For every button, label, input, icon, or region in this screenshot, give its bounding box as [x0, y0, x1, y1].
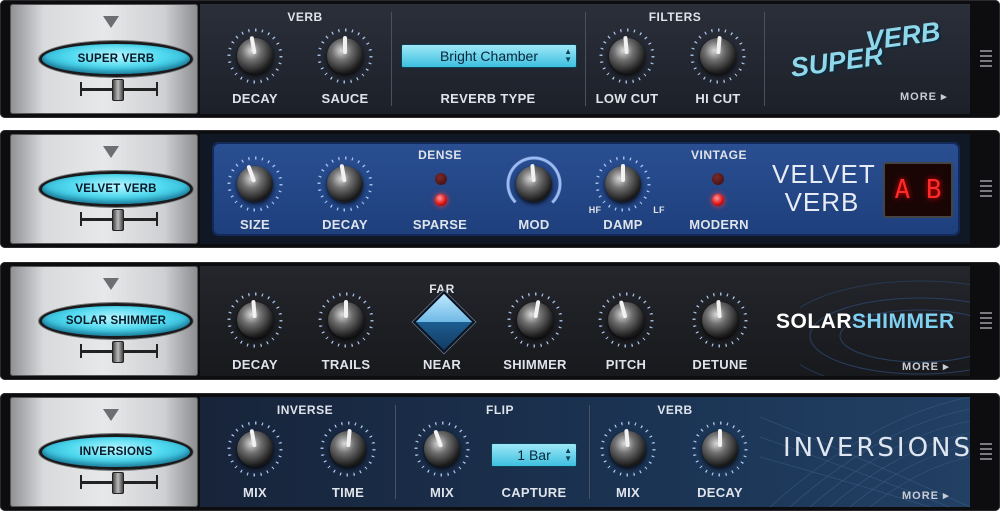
section-label-inverse: INVERSE [276, 403, 334, 417]
more-button[interactable]: MORE ▸ [900, 90, 948, 103]
more-button[interactable]: MORE ▸ [902, 360, 950, 373]
divider [589, 405, 590, 499]
preset-menu-arrow-icon[interactable] [103, 16, 119, 28]
damp-label: DAMP [603, 217, 643, 232]
reverb-type-label: REVERB TYPE [440, 91, 536, 106]
bypass-slider[interactable] [80, 341, 158, 363]
verb-decay-label: DECAY [697, 485, 743, 500]
preset-menu-arrow-icon[interactable] [103, 409, 119, 421]
verb-mix-label: MIX [615, 485, 640, 500]
mod-knob[interactable] [506, 156, 562, 212]
size-label: SIZE [239, 217, 271, 232]
grip-icon[interactable] [980, 312, 992, 332]
divider [391, 12, 392, 106]
detune-label: DETUNE [692, 357, 748, 372]
trails-label: TRAILS [321, 357, 371, 372]
detune-knob[interactable] [692, 292, 748, 348]
divider [395, 405, 396, 499]
more-button[interactable]: MORE ▸ [902, 489, 950, 502]
damp-knob[interactable] [595, 156, 651, 212]
time-knob[interactable] [320, 421, 376, 477]
preset-menu-arrow-icon[interactable] [103, 146, 119, 158]
decay-label: DECAY [232, 357, 278, 372]
velvet-verb-logo: VELVET VERB [772, 159, 876, 217]
vintage-label: VINTAGE [691, 148, 747, 162]
modern-led[interactable] [712, 194, 724, 206]
sparse-label: SPARSE [412, 217, 468, 232]
trails-knob[interactable] [318, 292, 374, 348]
plugin-faceplate: INVERSE MIX TIME FLIP MIX 1 Bar ▲ ▼ CAPTUR… [200, 397, 970, 507]
decay-knob[interactable] [227, 28, 283, 84]
verb-decay-knob[interactable] [692, 421, 748, 477]
divider [585, 12, 586, 106]
bypass-slider[interactable] [80, 79, 158, 101]
vintage-led[interactable] [712, 173, 724, 185]
dense-led[interactable] [435, 173, 447, 185]
sauce-knob[interactable] [317, 28, 373, 84]
hi-cut-label: HI CUT [695, 91, 741, 106]
decay-knob[interactable] [227, 292, 283, 348]
super-verb-plugin: SUPER VERB VERB DECAY SAUCE Bright Chamb… [0, 0, 1000, 118]
pitch-knob[interactable] [598, 292, 654, 348]
bypass-slider[interactable] [80, 209, 158, 231]
grip-icon[interactable] [980, 50, 992, 70]
damp-lf-label: LF [653, 205, 665, 215]
inverse-mix-label: MIX [242, 485, 267, 500]
ab-display[interactable]: A B [883, 162, 953, 218]
shimmer-knob[interactable] [507, 292, 563, 348]
decay-knob[interactable] [317, 156, 373, 212]
section-label-filters: FILTERS [648, 10, 702, 24]
decay-label: DECAY [322, 217, 368, 232]
bypass-slider[interactable] [80, 472, 158, 494]
grip-icon[interactable] [980, 180, 992, 200]
section-label-verb: VERB [287, 10, 323, 24]
capture-label: CAPTURE [501, 485, 567, 500]
capture-dropdown[interactable]: 1 Bar ▲ ▼ [491, 443, 577, 467]
reverb-type-dropdown[interactable]: Bright Chamber ▲ ▼ [401, 44, 577, 68]
modern-label: MODERN [689, 217, 749, 232]
plugin-name-button[interactable]: VELVET VERB [39, 171, 193, 207]
verb-mix-knob[interactable] [600, 421, 656, 477]
plugin-header-panel: SUPER VERB [10, 4, 198, 114]
plugin-faceplate: SIZE DECAY DENSE SPARSE MOD DAMP HF LF V… [212, 142, 960, 236]
super-verb-logo: SUPER VERB [788, 16, 943, 83]
plugin-faceplate: VERB DECAY SAUCE Bright Chamber ▲ ▼ REVERB… [200, 4, 970, 114]
damp-hf-label: HF [588, 205, 602, 215]
section-label-flip: FLIP [486, 403, 514, 417]
pitch-label: PITCH [605, 357, 647, 372]
size-knob[interactable] [227, 156, 283, 212]
low-cut-knob[interactable] [599, 28, 655, 84]
plugin-name-button[interactable]: INVERSIONS [39, 434, 193, 470]
plugin-name-button[interactable]: SUPER VERB [39, 41, 193, 77]
far-near-toggle[interactable] [412, 290, 476, 354]
plugin-name-button[interactable]: SOLAR SHIMMER [39, 303, 193, 339]
flip-mix-label: MIX [429, 485, 454, 500]
preset-menu-arrow-icon[interactable] [103, 278, 119, 290]
inverse-mix-knob[interactable] [227, 421, 283, 477]
dense-label: DENSE [418, 148, 462, 162]
velvet-verb-plugin: VELVET VERB SIZE DECAY DENSE SPARSE MOD … [0, 130, 1000, 248]
flip-mix-knob[interactable] [414, 421, 470, 477]
solar-shimmer-logo: SOLARSHIMMER [776, 310, 955, 333]
grip-icon[interactable] [980, 443, 992, 463]
solar-shimmer-plugin: SOLAR SHIMMER DECAY TRAILS FAR NEAR SHIM… [0, 262, 1000, 380]
plugin-header-panel: VELVET VERB [10, 134, 198, 244]
plugin-header-panel: INVERSIONS [10, 397, 198, 507]
sauce-label: SAUCE [321, 91, 369, 106]
low-cut-label: LOW CUT [595, 91, 659, 106]
plugin-header-panel: SOLAR SHIMMER [10, 266, 198, 376]
plugin-faceplate: DECAY TRAILS FAR NEAR SHIMMER PITCH DETU… [200, 266, 970, 376]
time-label: TIME [331, 485, 365, 500]
shimmer-label: SHIMMER [503, 357, 567, 372]
hi-cut-knob[interactable] [690, 28, 746, 84]
mod-label: MOD [518, 217, 550, 232]
near-label: NEAR [422, 357, 462, 372]
divider [764, 12, 765, 106]
decay-label: DECAY [232, 91, 278, 106]
section-label-verb: VERB [657, 403, 693, 417]
inversions-plugin: INVERSIONS INVERSE MIX TIME FLIP MIX 1 B… [0, 393, 1000, 511]
inversions-logo: INVERSIONS [783, 433, 973, 463]
sparse-led[interactable] [435, 194, 447, 206]
